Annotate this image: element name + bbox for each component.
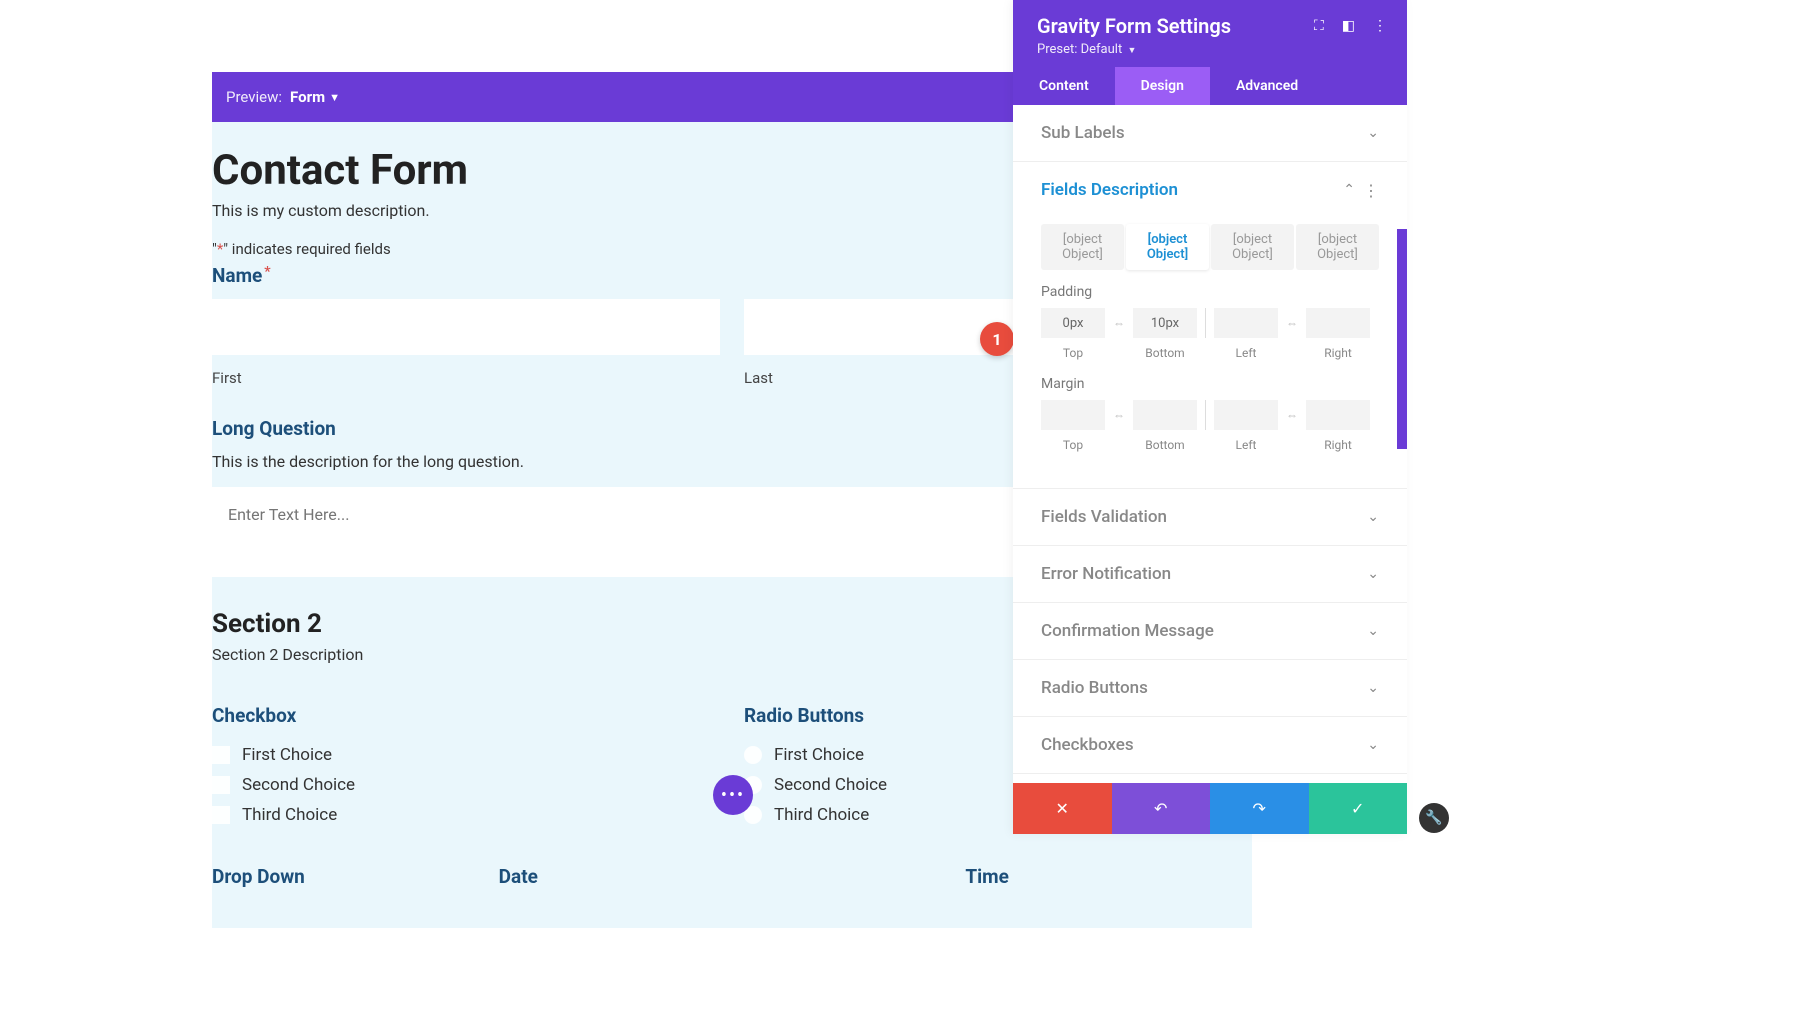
dock-icon[interactable]: ◧ bbox=[1342, 18, 1355, 34]
chevron-down-icon: ⌄ bbox=[1367, 509, 1379, 525]
chevron-up-icon: ⌃ bbox=[1343, 182, 1355, 198]
acc-radio-buttons[interactable]: Radio Buttons⌄ bbox=[1013, 660, 1407, 716]
settings-panel: Gravity Form Settings Preset: Default ▼ … bbox=[1013, 0, 1407, 834]
chevron-down-icon: ⌄ bbox=[1367, 680, 1379, 696]
close-button[interactable]: ✕ bbox=[1013, 783, 1112, 834]
panel-header: Gravity Form Settings Preset: Default ▼ … bbox=[1013, 0, 1407, 67]
menu-icon[interactable]: ⋮ bbox=[1373, 18, 1387, 34]
dropdown-label: Drop Down bbox=[212, 865, 499, 888]
preset-selector[interactable]: Preset: Default ▼ bbox=[1037, 42, 1383, 57]
link-icon[interactable]: ⇔ bbox=[1109, 308, 1129, 338]
time-label: Time bbox=[785, 865, 1252, 888]
padding-top-input[interactable] bbox=[1041, 308, 1105, 338]
segment-row: [object Object] [object Object] [object … bbox=[1041, 224, 1379, 270]
panel-footer: ✕ ↶ ↷ ✓ bbox=[1013, 783, 1407, 834]
undo-button[interactable]: ↶ bbox=[1112, 783, 1211, 834]
acc-sub-labels[interactable]: Sub Labels ⌄ bbox=[1013, 105, 1407, 161]
padding-bottom-input[interactable] bbox=[1133, 308, 1197, 338]
link-icon[interactable]: ⇔ bbox=[1282, 400, 1302, 430]
preview-value: Form bbox=[290, 88, 325, 106]
scrollbar-thumb[interactable] bbox=[1397, 229, 1407, 449]
checkbox-icon bbox=[212, 776, 230, 794]
link-icon[interactable]: ⇔ bbox=[1109, 400, 1129, 430]
responsive-icon[interactable]: ⛶ bbox=[1314, 18, 1324, 34]
tab-design[interactable]: Design bbox=[1115, 67, 1210, 105]
chevron-down-icon: ⌄ bbox=[1367, 566, 1379, 582]
chevron-down-icon: ⌄ bbox=[1367, 623, 1379, 639]
tab-advanced[interactable]: Advanced bbox=[1210, 67, 1324, 105]
chevron-down-icon: ⌄ bbox=[1367, 125, 1379, 141]
more-fab[interactable]: ••• bbox=[713, 775, 753, 815]
checkbox-item[interactable]: First Choice bbox=[212, 745, 720, 765]
tabs: Content Design Advanced bbox=[1013, 67, 1407, 105]
margin-bottom-input[interactable] bbox=[1133, 400, 1197, 430]
checkbox-icon bbox=[212, 806, 230, 824]
save-button[interactable]: ✓ bbox=[1309, 783, 1408, 834]
redo-button[interactable]: ↷ bbox=[1210, 783, 1309, 834]
seg-option[interactable]: [object Object] bbox=[1041, 224, 1124, 270]
radio-icon bbox=[744, 746, 762, 764]
checkbox-label: Checkbox bbox=[212, 704, 720, 727]
tab-content[interactable]: Content bbox=[1013, 67, 1115, 105]
chevron-down-icon: ⌄ bbox=[1367, 737, 1379, 753]
margin-label: Margin bbox=[1041, 376, 1379, 392]
link-icon[interactable]: ⇔ bbox=[1282, 308, 1302, 338]
margin-right-input[interactable] bbox=[1306, 400, 1370, 430]
seg-option[interactable]: [object Object] bbox=[1296, 224, 1379, 270]
acc-checkboxes[interactable]: Checkboxes⌄ bbox=[1013, 717, 1407, 773]
checkbox-icon bbox=[212, 746, 230, 764]
margin-left-input[interactable] bbox=[1214, 400, 1278, 430]
padding-label: Padding bbox=[1041, 284, 1379, 300]
padding-right-input[interactable] bbox=[1306, 308, 1370, 338]
acc-error-notification[interactable]: Error Notification⌄ bbox=[1013, 546, 1407, 602]
more-icon[interactable]: ⋮ bbox=[1363, 181, 1379, 200]
acc-confirmation-message[interactable]: Confirmation Message⌄ bbox=[1013, 603, 1407, 659]
margin-top-input[interactable] bbox=[1041, 400, 1105, 430]
padding-left-input[interactable] bbox=[1214, 308, 1278, 338]
wrench-fab[interactable]: 🔧 bbox=[1419, 803, 1449, 833]
checkbox-item[interactable]: Third Choice bbox=[212, 805, 720, 825]
preview-label: Preview: bbox=[226, 88, 282, 106]
date-label: Date bbox=[499, 865, 786, 888]
checkbox-item[interactable]: Second Choice bbox=[212, 775, 720, 795]
caret-down-icon: ▼ bbox=[329, 91, 340, 104]
seg-option[interactable]: [object Object] bbox=[1211, 224, 1294, 270]
acc-fields-validation[interactable]: Fields Validation⌄ bbox=[1013, 489, 1407, 545]
first-name-input[interactable] bbox=[212, 299, 720, 355]
seg-option[interactable]: [object Object] bbox=[1126, 224, 1209, 270]
acc-fields-description[interactable]: Fields Description ⌃⋮ bbox=[1013, 162, 1407, 218]
marker-badge[interactable]: 1 bbox=[980, 322, 1014, 356]
first-sublabel: First bbox=[212, 369, 720, 387]
